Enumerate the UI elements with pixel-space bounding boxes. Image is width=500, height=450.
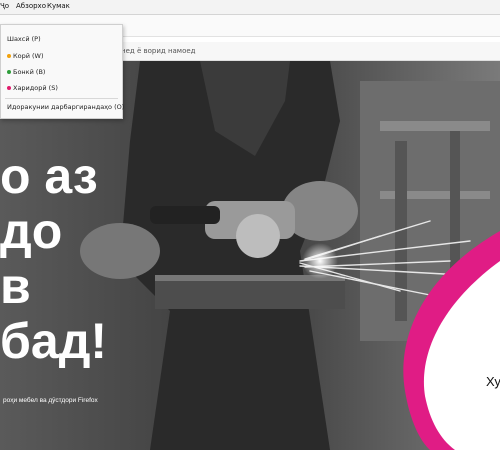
- container-banking[interactable]: Бонкӣ (B): [7, 68, 45, 78]
- containers-dropdown: Шахсӣ (P) Корӣ (W) Бонкӣ (B) Харидорӣ (S…: [0, 24, 124, 119]
- banking-color-icon: [7, 70, 11, 74]
- menu-item-file[interactable]: Ҷо: [0, 2, 9, 10]
- headline-line-1: о аз: [0, 148, 98, 204]
- container-personal-label: Шахсӣ (P): [7, 35, 41, 43]
- menu-item-bookmarks[interactable]: Абзорхо: [16, 2, 46, 10]
- shopping-color-icon: [7, 86, 11, 90]
- manage-containers-label: Идоракунии дарбаргирандаҳо (O): [7, 103, 125, 111]
- container-personal[interactable]: Шахсӣ (P): [7, 35, 41, 45]
- menu-separator: [5, 98, 118, 99]
- hero-headline: о аз до в бад!: [0, 149, 107, 369]
- container-work-label: Корӣ (W): [13, 52, 44, 60]
- menu-bar: Ҷо Абзорхо Кумак: [0, 0, 500, 15]
- hero-section: о аз до в бад! роҳи мебел ва дӯстдори Fi…: [0, 61, 500, 450]
- container-work[interactable]: Корӣ (W): [7, 52, 44, 62]
- container-shopping-label: Харидорӣ (S): [13, 84, 58, 92]
- url-bar-placeholder: нед ё ворид намоед: [121, 47, 196, 55]
- headline-line-4: бад!: [0, 313, 108, 369]
- menu-item-help[interactable]: Кумак: [47, 2, 70, 10]
- manage-containers[interactable]: Идоракунии дарбаргирандаҳо (O): [7, 103, 124, 113]
- headline-line-3: в: [0, 258, 31, 314]
- hero-cta-text[interactable]: Ху: [486, 374, 500, 389]
- work-color-icon: [7, 54, 11, 58]
- container-shopping[interactable]: Харидорӣ (S): [7, 84, 58, 94]
- hero-caption: роҳи мебел ва дӯстдори Firefox: [3, 397, 98, 404]
- headline-line-2: до: [0, 203, 63, 259]
- container-banking-label: Бонкӣ (B): [13, 68, 46, 76]
